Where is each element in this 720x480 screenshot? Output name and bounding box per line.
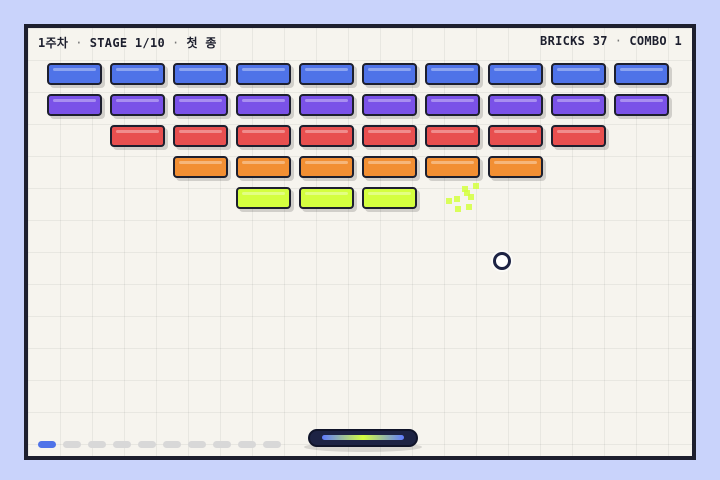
brick-orange (362, 156, 417, 178)
brick-purple (362, 94, 417, 116)
brick-blue (173, 63, 228, 85)
brick-red (173, 125, 228, 147)
ball-icon (493, 252, 511, 270)
brick-orange (425, 156, 480, 178)
hud-separator: · (75, 36, 83, 50)
brick-lime (236, 187, 291, 209)
brick-blue (110, 63, 165, 85)
brick-purple (425, 94, 480, 116)
brick-lime (299, 187, 354, 209)
brick-red (362, 125, 417, 147)
progress-dot (38, 441, 56, 448)
debris-particle (446, 198, 452, 204)
progress-dot (238, 441, 256, 448)
mode-label: 첫 종 (186, 36, 217, 50)
brick-purple (47, 94, 102, 116)
hud-separator: · (172, 36, 180, 50)
stage-label: STAGE 1/10 (89, 36, 165, 50)
progress-dot (138, 441, 156, 448)
background-grid (28, 28, 692, 456)
hud-left: 1주차 · STAGE 1/10 · 첫 종 (38, 34, 217, 51)
brick-red (551, 125, 606, 147)
brick-purple (299, 94, 354, 116)
brick-purple (110, 94, 165, 116)
progress-dot (88, 441, 106, 448)
brick-purple (614, 94, 669, 116)
paddle-icon[interactable] (308, 429, 418, 447)
brick-red (299, 125, 354, 147)
game-board[interactable]: 1주차 · STAGE 1/10 · 첫 종 BRICKS 37 · COMBO 1 (24, 24, 696, 460)
progress-dot (63, 441, 81, 448)
brick-red (488, 125, 543, 147)
brick-purple (488, 94, 543, 116)
brick-orange (173, 156, 228, 178)
debris-particle (462, 186, 468, 192)
brick-blue (362, 63, 417, 85)
progress-dot (263, 441, 281, 448)
progress-dot (213, 441, 231, 448)
brick-purple (551, 94, 606, 116)
brick-blue (236, 63, 291, 85)
combo-count: COMBO 1 (629, 34, 682, 48)
brick-blue (425, 63, 480, 85)
brick-purple (236, 94, 291, 116)
bricks-count: BRICKS 37 (540, 34, 608, 48)
brick-lime (362, 187, 417, 209)
brick-red (110, 125, 165, 147)
brick-purple (173, 94, 228, 116)
debris-particle (473, 183, 479, 189)
hud-separator: · (614, 34, 623, 48)
paddle-stripe (322, 435, 404, 440)
brick-blue (551, 63, 606, 85)
progress-dot (113, 441, 131, 448)
debris-particle (468, 194, 474, 200)
week-label: 1주차 (38, 36, 69, 50)
debris-particle (454, 196, 460, 202)
brick-blue (614, 63, 669, 85)
debris-particle (466, 204, 472, 210)
brick-orange (236, 156, 291, 178)
brick-blue (488, 63, 543, 85)
debris-particle (455, 206, 461, 212)
hud-right: BRICKS 37 · COMBO 1 (540, 34, 682, 48)
brick-blue (299, 63, 354, 85)
brick-red (236, 125, 291, 147)
brick-blue (47, 63, 102, 85)
brick-orange (299, 156, 354, 178)
brick-red (425, 125, 480, 147)
brick-orange (488, 156, 543, 178)
progress-dot (188, 441, 206, 448)
progress-dot (163, 441, 181, 448)
